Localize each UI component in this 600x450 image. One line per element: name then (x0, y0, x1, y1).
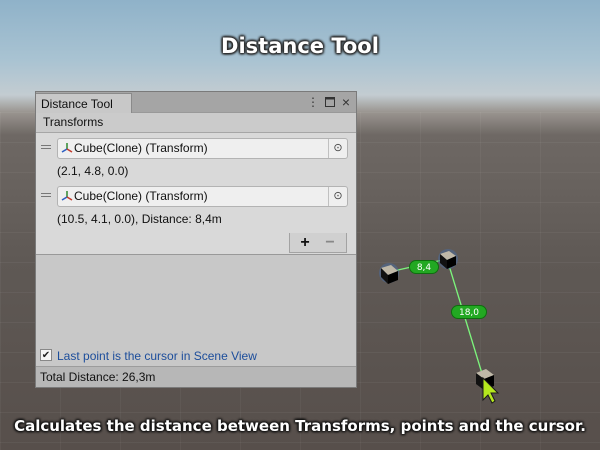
tab-bar: Distance Tool ⋮ × (36, 92, 356, 113)
remove-button[interactable]: − (320, 233, 340, 252)
total-distance: Total Distance: 26,3m (36, 366, 356, 387)
object-field[interactable]: Cube(Clone) (Transform) ⊙ (57, 138, 348, 159)
distance-badge-1: 8,4 (409, 260, 439, 274)
drag-handle-icon[interactable] (41, 145, 51, 151)
transforms-header: Transforms (36, 113, 356, 133)
cube-1[interactable] (379, 263, 399, 284)
drag-handle-icon[interactable] (41, 193, 51, 199)
caption: Calculates the distance between Transfor… (14, 417, 586, 435)
cube-2[interactable] (438, 249, 458, 269)
cursor-checkbox[interactable]: ✔ (40, 349, 52, 361)
object-picker-icon[interactable]: ⊙ (328, 139, 347, 158)
object-field-label: Cube(Clone) (Transform) (74, 141, 208, 155)
transform-info: (2.1, 4.8, 0.0) (57, 164, 129, 178)
transform-icon (61, 142, 73, 157)
page-title: Distance Tool (221, 34, 379, 58)
distance-badge-2: 18,0 (451, 305, 487, 319)
cursor-toggle-label: Last point is the cursor in Scene View (57, 349, 257, 363)
transform-icon (61, 190, 73, 205)
distance-tool-window: Distance Tool ⋮ × Transforms Cube(Clone)… (35, 91, 357, 388)
add-button[interactable]: + (295, 233, 315, 252)
more-options-icon[interactable]: ⋮ (306, 94, 320, 110)
tab-distance-tool[interactable]: Distance Tool (36, 93, 132, 113)
object-field[interactable]: Cube(Clone) (Transform) ⊙ (57, 186, 348, 207)
object-picker-icon[interactable]: ⊙ (328, 187, 347, 206)
transform-info: (10.5, 4.1, 0.0), Distance: 8,4m (57, 212, 222, 226)
maximize-icon[interactable] (323, 94, 337, 111)
close-icon[interactable]: × (339, 94, 353, 110)
object-field-label: Cube(Clone) (Transform) (74, 189, 208, 203)
add-remove-footer: + − (289, 233, 347, 253)
